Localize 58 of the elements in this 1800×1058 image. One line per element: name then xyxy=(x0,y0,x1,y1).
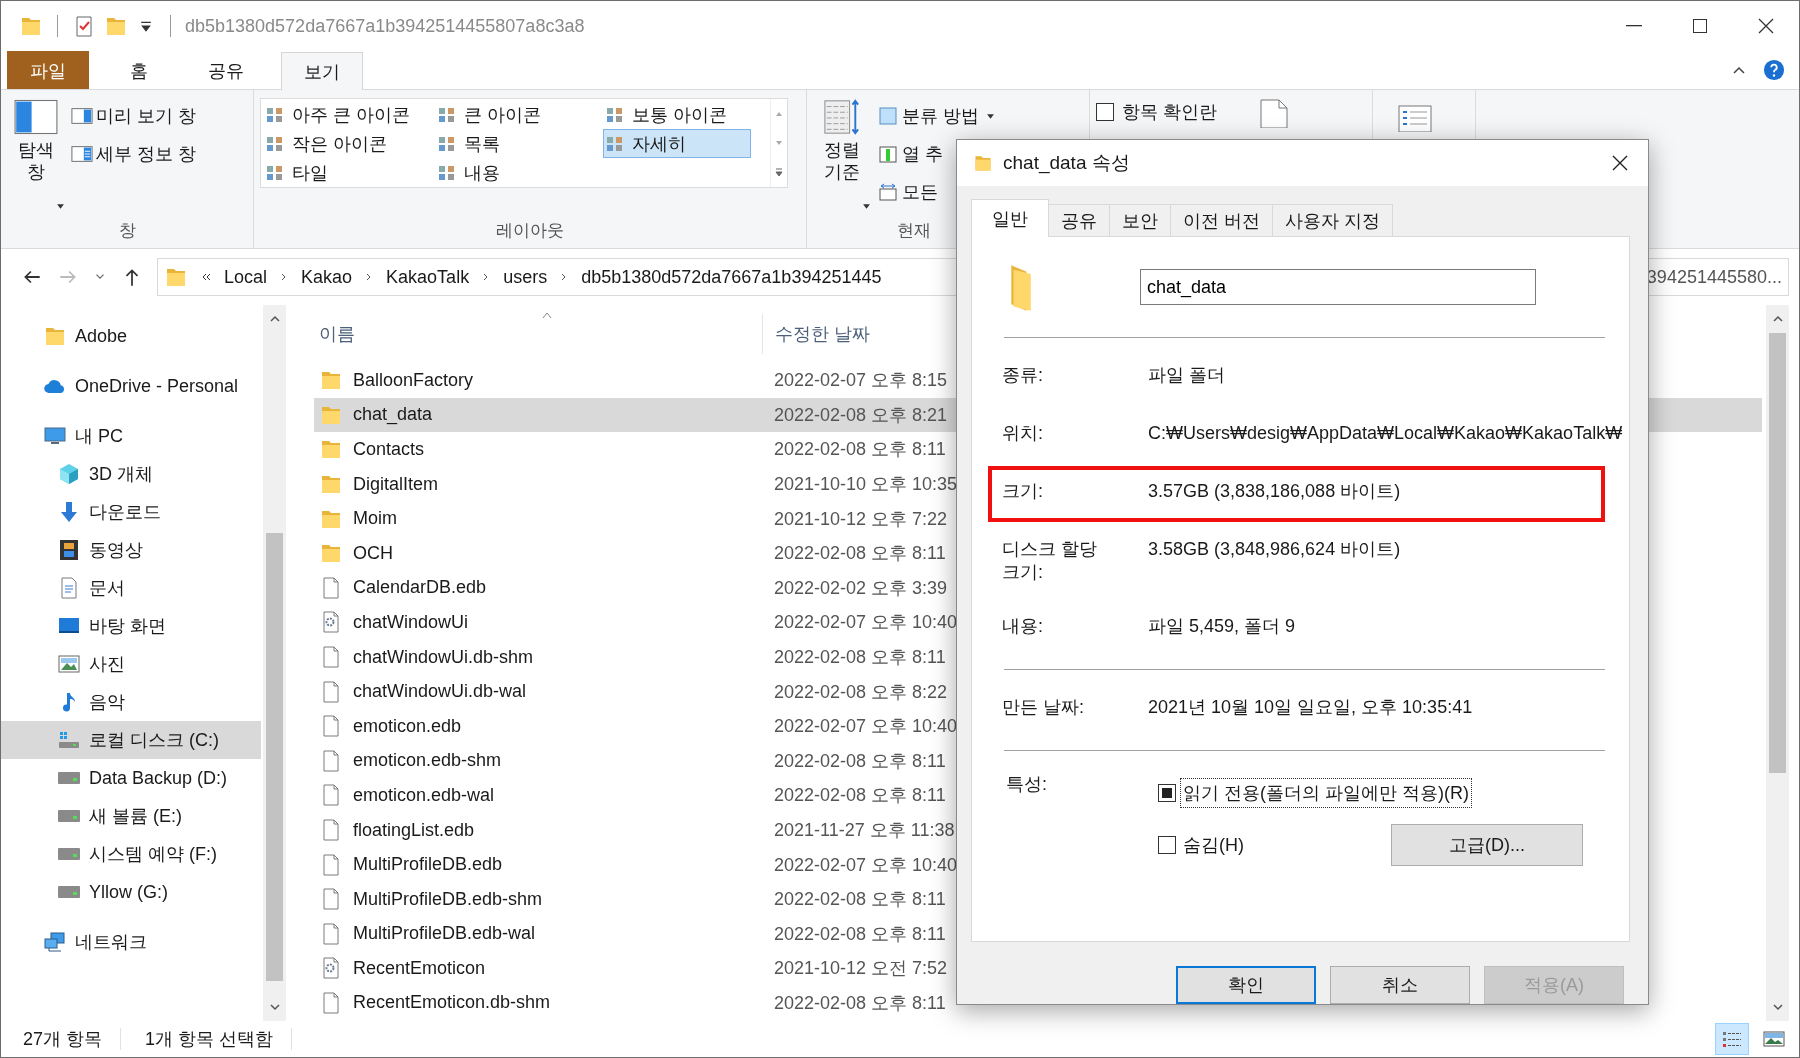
file-name: DigitalItem xyxy=(353,473,439,495)
file-name: MultiProfileDB.edb-shm xyxy=(353,888,543,910)
window-title: db5b1380d572da7667a1b3942514455807a8c3a8 xyxy=(185,15,585,37)
file-name: floatingList.edb xyxy=(353,819,475,841)
file-name: MultiProfileDB.edb-wal xyxy=(353,923,536,945)
file-name: CalendarDB.edb xyxy=(353,577,487,599)
property-value: C:₩Users₩desig₩AppData₩Local₩Kakao₩KakaoTalk₩ xyxy=(1148,422,1623,445)
modified-date: 2022-02-07 오후 10:40 xyxy=(773,715,958,739)
property-label: 특성: xyxy=(1006,772,1048,796)
modified-date: 2022-02-08 오후 8:11 xyxy=(773,646,946,670)
file-name: Moim xyxy=(353,508,397,530)
file-name: chat_data xyxy=(353,404,433,426)
dialog-title: chat_data 속성 xyxy=(1003,151,1130,176)
modified-date: 2022-02-08 오후 8:11 xyxy=(773,542,946,566)
file-name: BalloonFactory xyxy=(353,369,474,391)
file-name: MultiProfileDB.edb xyxy=(353,854,503,876)
modified-date: 2022-02-08 오후 8:11 xyxy=(773,992,946,1015)
group-label: 레이아웃 xyxy=(495,220,565,242)
property-label: 디스크 할당 크기: xyxy=(1002,538,1098,585)
file-name: emoticon.edb xyxy=(353,715,462,737)
modified-date: 2022-02-08 오후 8:11 xyxy=(773,784,946,808)
file-name: Contacts xyxy=(353,439,425,460)
modified-date: 2022-02-08 오후 8:21 xyxy=(773,403,948,427)
file-name: chatWindowUi xyxy=(353,611,469,633)
modified-date: 2022-02-07 오후 8:15 xyxy=(773,369,948,393)
property-value: 2021년 10월 10일 일요일, 오후 10:35:41 xyxy=(1148,695,1473,719)
modified-date: 2022-02-07 오후 10:40 xyxy=(773,853,958,877)
file-name: chatWindowUi.db-wal xyxy=(353,681,527,703)
modified-date: 2022-02-08 오후 8:11 xyxy=(773,749,946,773)
property-label: 위치: xyxy=(1002,422,1044,445)
group-label: 창 xyxy=(117,220,137,242)
property-value: 파일 5,459, 폴더 9 xyxy=(1148,614,1296,638)
group-label: 현재 xyxy=(897,220,931,242)
modified-date: 2022-02-08 오후 8:11 xyxy=(773,438,946,462)
property-label: 크기: xyxy=(1002,480,1044,503)
property-label: 종류: xyxy=(1002,364,1044,387)
file-name: emoticon.edb-shm xyxy=(353,750,502,772)
modified-date: 2022-02-02 오후 3:39 xyxy=(773,576,948,600)
property-value: 3.58GB (3,848,986,624 바이트) xyxy=(1148,538,1401,561)
file-name: RecentEmoticon.db-shm xyxy=(353,992,551,1014)
modified-date: 2022-02-07 오후 10:40 xyxy=(773,611,958,635)
property-value: 파일 폴더 xyxy=(1148,364,1225,387)
property-label: 만든 날짜: xyxy=(1002,695,1085,719)
file-name: OCH xyxy=(353,542,393,564)
status-text: 27개 항목 xyxy=(22,1028,104,1051)
file-name: chatWindowUi.db-shm xyxy=(353,646,534,668)
modified-date: 2021-10-12 오후 7:22 xyxy=(773,507,948,531)
file-name: RecentEmoticon xyxy=(353,957,486,979)
modified-date: 2021-10-12 오전 7:52 xyxy=(773,957,948,981)
property-value: 3.57GB (3,838,186,088 바이트) xyxy=(1148,480,1401,503)
modified-date: 2021-10-10 오후 10:35 xyxy=(773,473,958,497)
file-name: emoticon.edb-wal xyxy=(353,784,495,806)
modified-date: 2022-02-08 오후 8:11 xyxy=(773,922,946,946)
modified-date: 2022-02-08 오후 8:11 xyxy=(773,888,946,912)
modified-date: 2021-11-27 오후 11:38 xyxy=(773,819,955,842)
property-label: 내용: xyxy=(1002,614,1044,638)
modified-date: 2022-02-08 오후 8:22 xyxy=(773,680,948,704)
status-text: 1개 항목 선택함 xyxy=(144,1028,275,1051)
